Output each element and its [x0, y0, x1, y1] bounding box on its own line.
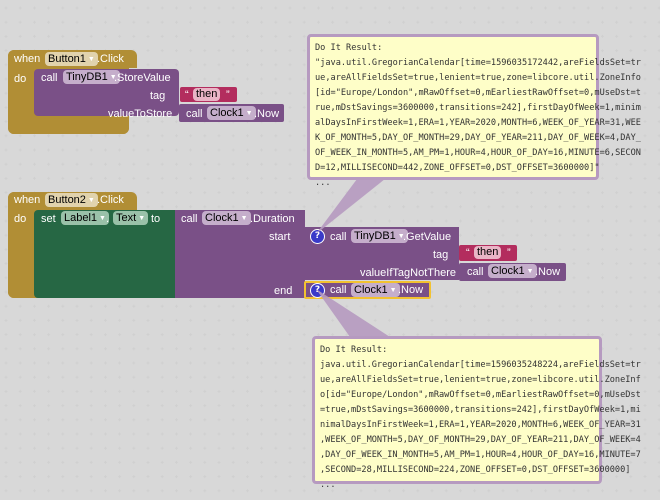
button2-label: Button2 — [48, 194, 86, 206]
result-line: =true,mDstSavings=3600000,transitions=24… — [320, 405, 641, 415]
result-line: ... — [315, 178, 331, 188]
call-keyword: call — [330, 231, 347, 243]
chevron-down-icon: ▼ — [87, 197, 95, 204]
label1-label: Label1 — [64, 212, 98, 224]
result-line: rue,mDstSavings=3600000,transitions=242]… — [315, 103, 641, 113]
getvalue-method: .GetValue — [403, 231, 452, 243]
clock1-label: Clock1 — [491, 265, 525, 277]
result-line: ,DAY_OF_WEEK_IN_MONTH=5,AM_PM=1,HOUR=4,H… — [320, 450, 641, 460]
call-keyword: call — [181, 213, 198, 225]
chevron-down-icon: ▼ — [526, 268, 534, 275]
start-label: start — [269, 231, 291, 243]
now-method: .Now — [535, 266, 561, 278]
result-line: ue,areAllFieldsSet=true,lenient=true,zon… — [320, 375, 641, 385]
result-line: o[id="Europe/London",mRawOffset=0,mEarli… — [320, 390, 641, 400]
do-it-result-bubble-2: Do It Result: java.util.GregorianCalenda… — [312, 336, 641, 490]
button2-dropdown[interactable]: Button2 ▼ — [45, 193, 98, 207]
clock1-dropdown[interactable]: Clock1 ▼ — [202, 211, 251, 225]
chevron-down-icon: ▼ — [240, 215, 248, 222]
clock1-dropdown[interactable]: Clock1 ▼ — [488, 264, 537, 278]
to-keyword: to — [151, 213, 161, 225]
text-property-label: Text — [116, 212, 137, 224]
result-title: Do It Result: — [315, 43, 383, 53]
valuetostore-label: valueToStore — [108, 108, 173, 120]
clock1-label: Clock1 — [205, 212, 239, 224]
text-value[interactable]: then — [474, 246, 502, 259]
chevron-down-icon: ▼ — [389, 287, 397, 294]
result-line: D=12,MILLISECOND=442,ZONE_OFFSET=0,DST_O… — [315, 163, 600, 173]
tinydb1-dropdown[interactable]: TinyDB1 ▼ — [351, 229, 408, 243]
text-property-dropdown[interactable]: Text ▼ — [113, 211, 149, 225]
tinydb1-dropdown[interactable]: TinyDB1 ▼ — [63, 70, 120, 84]
when-keyword: when — [14, 53, 41, 65]
valueiftagnotthere-label: valueIfTagNotThere — [360, 267, 456, 279]
storevalue-method: .StoreValue — [114, 72, 171, 84]
quote-open: “ — [466, 247, 470, 259]
result-line: alDaysInFirstWeek=1,ERA=1,YEAR=2020,MONT… — [315, 118, 641, 128]
call-keyword: call — [467, 266, 484, 278]
clock1-label: Clock1 — [210, 107, 244, 119]
end-label: end — [274, 285, 293, 297]
button1-dropdown[interactable]: Button1 ▼ — [45, 52, 98, 66]
when-keyword: when — [14, 194, 41, 206]
result-line: "java.util.GregorianCalendar[time=159603… — [315, 58, 641, 68]
button1-label: Button1 — [48, 53, 86, 65]
clock1-dropdown[interactable]: Clock1 ▼ — [207, 106, 256, 120]
help-icon[interactable]: ? — [310, 283, 325, 298]
chevron-down-icon: ▼ — [87, 56, 95, 63]
tinydb1-label: TinyDB1 — [354, 230, 396, 242]
quote-close: ” — [507, 247, 511, 259]
chevron-down-icon: ▼ — [245, 110, 253, 117]
result-title: Do It Result: — [320, 345, 388, 355]
call-keyword: call — [330, 284, 347, 296]
clock1-dropdown[interactable]: Clock1 ▼ — [351, 283, 400, 297]
label1-dropdown[interactable]: Label1 ▼ — [61, 211, 109, 225]
call-keyword: call — [41, 72, 58, 84]
tag-label: tag — [150, 90, 166, 102]
now-method: .Now — [254, 108, 280, 120]
clock1-label: Clock1 — [354, 284, 388, 296]
set-keyword: set — [41, 213, 56, 225]
event-name: .Click — [97, 194, 124, 206]
result-line: ,SECOND=28,MILLISECOND=224,ZONE_OFFSET=0… — [320, 465, 631, 475]
result-line: ,WEEK_OF_MONTH=5,DAY_OF_MONTH=29,DAY_OF_… — [320, 435, 641, 445]
do-it-result-bubble-1: Do It Result: "java.util.GregorianCalend… — [307, 34, 641, 188]
result-line: [id="Europe/London",mRawOffset=0,mEarlie… — [315, 88, 641, 98]
duration-method: .Duration — [250, 213, 295, 225]
help-icon[interactable]: ? — [310, 229, 325, 244]
tag-label: tag — [433, 249, 449, 261]
now-method: .Now — [398, 284, 424, 296]
result-line: ... — [320, 480, 336, 490]
chevron-down-icon: ▼ — [99, 215, 106, 222]
event-name: .Click — [97, 53, 124, 65]
result-line: K_OF_MONTH=5,DAY_OF_MONTH=29,DAY_OF_YEAR… — [315, 133, 641, 143]
result-line: ue,areAllFieldsSet=true,lenient=true,zon… — [315, 73, 641, 83]
dot-separator: . — [106, 213, 110, 225]
tinydb1-label: TinyDB1 — [66, 71, 108, 83]
result-line: nimalDaysInFirstWeek=1,ERA=1,YEAR=2020,M… — [320, 420, 641, 430]
quote-open: “ — [185, 89, 189, 101]
quote-close: ” — [226, 89, 230, 101]
call-keyword: call — [186, 108, 203, 120]
chevron-down-icon: ▼ — [138, 215, 146, 222]
result-line: java.util.GregorianCalendar[time=1596035… — [320, 360, 641, 370]
result-line: OF_WEEK_IN_MONTH=5,AM_PM=1,HOUR=4,HOUR_O… — [315, 148, 641, 158]
do-keyword: do — [14, 213, 27, 225]
do-keyword: do — [14, 73, 27, 85]
text-value[interactable]: then — [193, 88, 221, 101]
